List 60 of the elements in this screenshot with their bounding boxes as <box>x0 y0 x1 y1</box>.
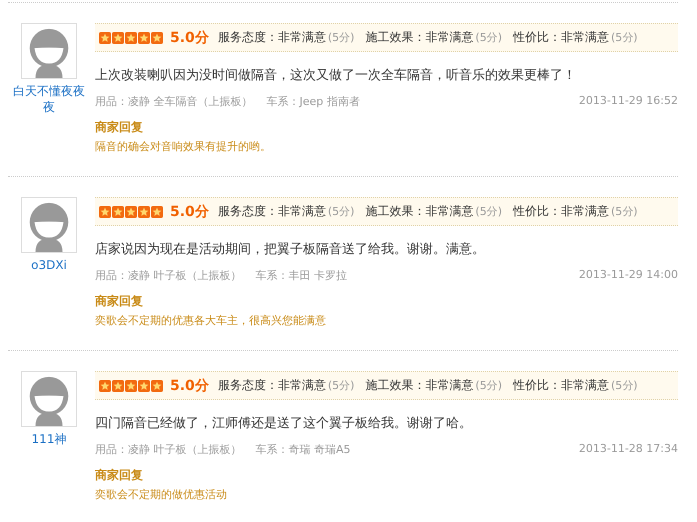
criterion-label: 性价比：非常满意 <box>513 204 609 218</box>
avatar-icon <box>21 23 77 79</box>
avatar-icon <box>21 197 77 253</box>
review-time: 2013-11-29 16:52 <box>578 94 678 109</box>
star-icon <box>151 380 163 392</box>
car-model: 车系：丰田 卡罗拉 <box>256 268 347 283</box>
criterion-label: 服务态度：非常满意 <box>218 30 326 44</box>
review-comment: 四门隔音已经做了，江师傅还是送了这个翼子板给我。谢谢了哈。 <box>95 415 473 432</box>
star-icon <box>112 206 124 218</box>
star-icon <box>138 206 150 218</box>
criterion-label: 服务态度：非常满意 <box>218 204 326 218</box>
user-name[interactable]: o3DXi <box>9 257 89 273</box>
star-icon <box>99 32 111 44</box>
avatar-icon <box>21 371 77 427</box>
rating-score: 5.0分 <box>170 28 209 46</box>
star-icon <box>125 380 137 392</box>
criterion-points: (5分) <box>328 379 354 392</box>
review-time: 2013-11-29 14:00 <box>578 268 678 283</box>
criterion-points: (5分) <box>475 205 502 218</box>
criterion-points: (5分) <box>328 205 354 218</box>
user-name[interactable]: 111神 <box>9 431 89 447</box>
reply-title: 商家回复 <box>95 467 144 484</box>
product-info: 用品：凌静 全车隔音（上振板） <box>95 94 252 109</box>
star-icon <box>112 32 124 44</box>
star-icon <box>125 32 137 44</box>
criterion-points: (5分) <box>328 31 354 44</box>
star-icon <box>138 32 150 44</box>
star-icon <box>138 380 150 392</box>
reply-title: 商家回复 <box>95 119 144 136</box>
criterion-points: (5分) <box>475 31 502 44</box>
criterion-points: (5分) <box>475 379 502 392</box>
criterion-label: 服务态度：非常满意 <box>218 378 326 392</box>
reply-title: 商家回复 <box>95 293 144 310</box>
review-time: 2013-11-28 17:34 <box>578 442 678 457</box>
criterion-label: 性价比：非常满意 <box>513 30 609 44</box>
product-info: 用品：凌静 叶子板（上振板） <box>95 268 242 283</box>
user-name[interactable]: 白天不懂夜夜夜 <box>9 83 89 115</box>
star-icon <box>151 206 163 218</box>
criterion-label: 施工效果：非常满意 <box>365 378 474 392</box>
criterion-points: (5分) <box>611 379 638 392</box>
reply-text: 奕歌会不定期的优惠各大车主，很高兴您能满意 <box>95 313 327 328</box>
criterion-label: 性价比：非常满意 <box>513 378 609 392</box>
reply-text: 奕歌会不定期的做优惠活动 <box>95 487 228 502</box>
criterion-label: 施工效果：非常满意 <box>365 30 474 44</box>
review-comment: 店家说因为现在是活动期间，把翼子板隔音送了给我。谢谢。满意。 <box>95 241 486 258</box>
car-model: 车系：奇瑞 奇瑞A5 <box>256 442 351 457</box>
product-info: 用品：凌静 叶子板（上振板） <box>95 442 242 457</box>
star-icon <box>112 380 124 392</box>
reply-text: 隔音的确会对音响效果有提升的哟。 <box>95 139 272 154</box>
rating-score: 5.0分 <box>170 376 209 394</box>
criterion-label: 施工效果：非常满意 <box>365 204 474 218</box>
criterion-points: (5分) <box>611 31 638 44</box>
rating-score: 5.0分 <box>170 202 209 220</box>
criterion-points: (5分) <box>611 205 638 218</box>
car-model: 车系：Jeep 指南者 <box>266 94 360 109</box>
review-comment: 上次改装喇叭因为没时间做隔音，这次又做了一次全车隔音，听音乐的效果更棒了！ <box>95 67 577 84</box>
star-icon <box>151 32 163 44</box>
star-icon <box>99 206 111 218</box>
star-icon <box>125 206 137 218</box>
star-icon <box>99 380 111 392</box>
